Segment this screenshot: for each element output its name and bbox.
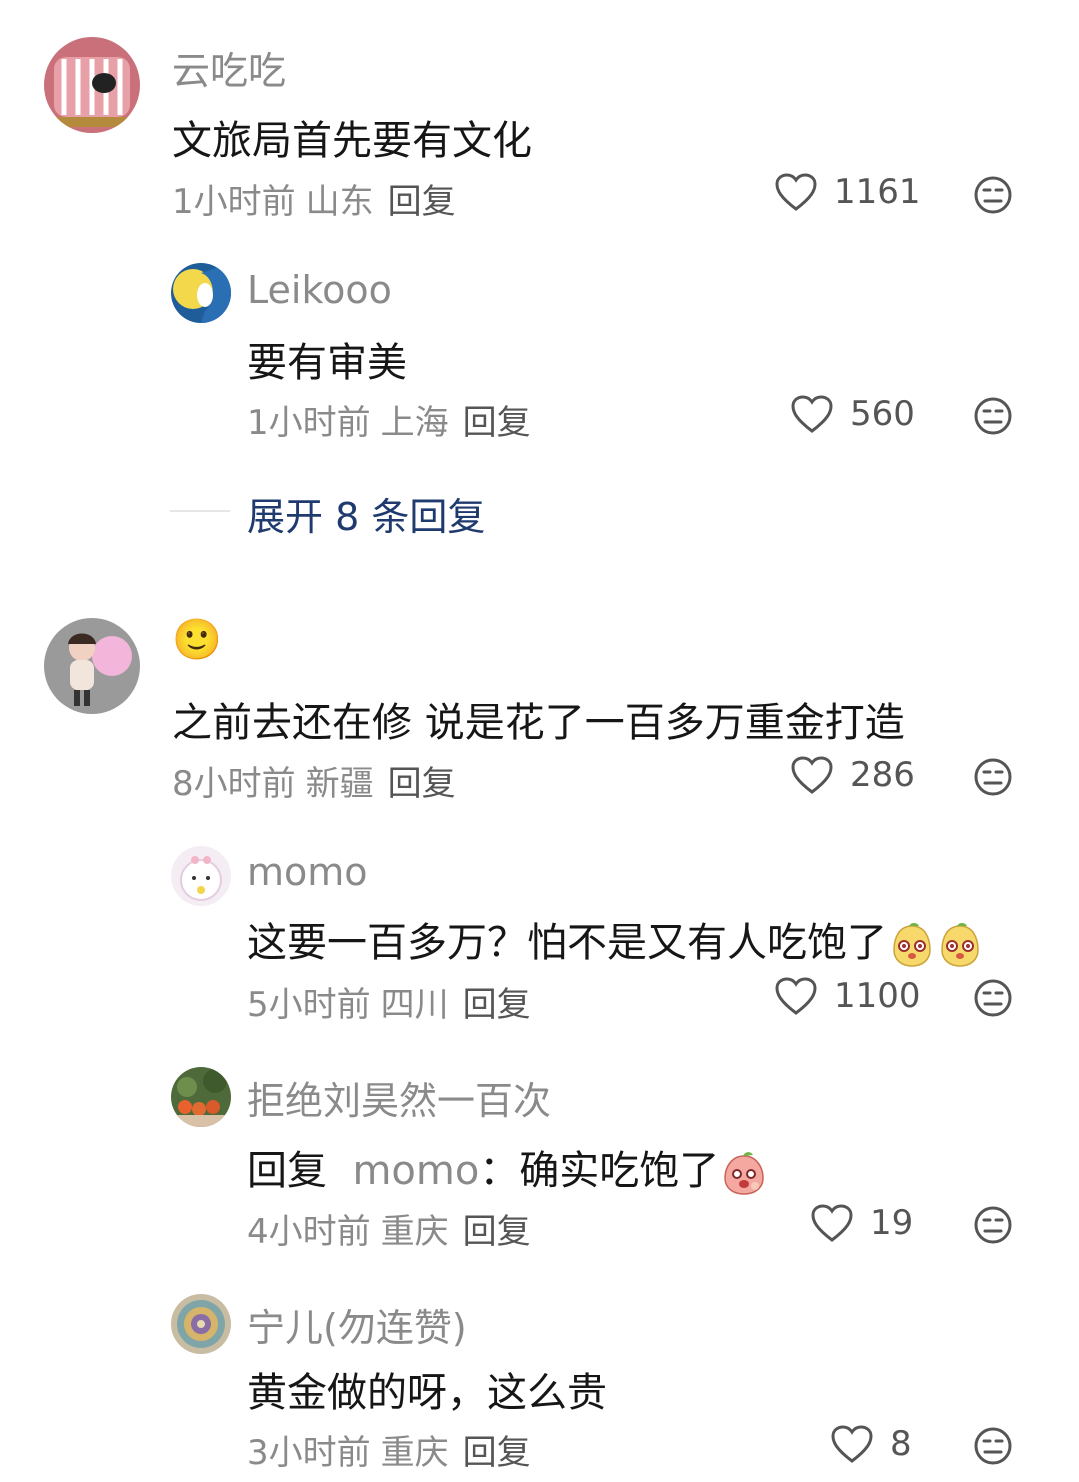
divider (170, 510, 230, 512)
heart-outline-icon (791, 756, 833, 794)
like-count: 8 (890, 1424, 912, 1464)
avatar[interactable] (44, 618, 140, 714)
meh-face-icon[interactable] (973, 757, 1013, 797)
expand-replies-button[interactable]: 展开 8 条回复 (247, 486, 485, 541)
comment-meta: 4小时前 重庆 回复 (247, 1204, 531, 1253)
meh-face-icon[interactable] (973, 978, 1013, 1018)
comment-text: 要有审美 (247, 340, 407, 386)
like-button[interactable]: 19 (810, 1203, 940, 1243)
yellow-bear-sticker-icon (893, 923, 931, 967)
region: 重庆 (380, 1433, 449, 1473)
mention-username[interactable]: momo (352, 1148, 479, 1194)
comment-text-body: ：确实吃饱了 (479, 1148, 720, 1194)
region: 新疆 (305, 764, 374, 804)
heart-outline-icon (831, 1425, 873, 1463)
avatar[interactable] (171, 263, 231, 323)
username[interactable]: 宁儿(勿连赞) (247, 1297, 467, 1352)
comment-meta: 1小时前 山东 回复 (172, 174, 456, 223)
reply-button[interactable]: 回复 (388, 182, 456, 222)
yellow-bear-sticker-icon (941, 923, 979, 967)
timestamp: 3小时前 (247, 1433, 371, 1473)
timestamp: 5小时前 (247, 985, 371, 1025)
meh-face-icon[interactable] (973, 1426, 1013, 1466)
like-count: 1161 (834, 172, 921, 212)
username[interactable]: 云吃吃 (172, 40, 286, 95)
like-count: 286 (850, 755, 915, 795)
comment-meta: 5小时前 四川 回复 (247, 977, 531, 1026)
region: 山东 (305, 182, 374, 222)
heart-outline-icon (811, 1204, 853, 1242)
avatar[interactable] (44, 37, 140, 133)
comment-text: 回复 momo：确实吃饱了 (247, 1138, 767, 1196)
like-button[interactable]: 560 (790, 394, 920, 434)
avatar[interactable] (171, 1067, 231, 1127)
heart-outline-icon (791, 395, 833, 433)
comment-meta: 1小时前 上海 回复 (247, 395, 531, 444)
comment-meta: 8小时前 新疆 回复 (172, 756, 456, 805)
like-button[interactable]: 286 (790, 755, 920, 795)
meh-face-icon[interactable] (973, 175, 1013, 215)
meh-face-icon[interactable] (973, 1205, 1013, 1245)
region: 四川 (380, 985, 449, 1025)
region: 上海 (380, 403, 449, 443)
like-count: 19 (870, 1203, 914, 1243)
reply-button[interactable]: 回复 (463, 403, 531, 443)
avatar[interactable] (171, 1294, 231, 1354)
timestamp: 8小时前 (172, 764, 296, 804)
username[interactable]: momo (247, 850, 368, 894)
reply-button[interactable]: 回复 (463, 985, 531, 1025)
comment-text: 黄金做的呀，这么贵 (247, 1370, 607, 1416)
comment-text: 这要一百多万？怕不是又有人吃饱了 (247, 910, 983, 968)
like-count: 1100 (834, 976, 921, 1016)
username[interactable]: 拒绝刘昊然一百次 (247, 1070, 551, 1125)
comment-text: 之前去还在修 说是花了一百多万重金打造 (172, 700, 905, 746)
like-button[interactable]: 1100 (774, 976, 921, 1016)
reply-button[interactable]: 回复 (463, 1433, 531, 1473)
timestamp: 1小时前 (247, 403, 371, 443)
like-button[interactable]: 1161 (774, 172, 921, 212)
comment-text-body: 这要一百多万？怕不是又有人吃饱了 (247, 920, 887, 966)
timestamp: 4小时前 (247, 1212, 371, 1252)
heart-outline-icon (775, 977, 817, 1015)
reply-prefix: 回复 (247, 1148, 327, 1194)
heart-outline-icon (775, 173, 817, 211)
like-button[interactable]: 8 (830, 1424, 960, 1464)
comment-meta: 3小时前 重庆 回复 (247, 1425, 531, 1474)
meh-face-icon[interactable] (973, 396, 1013, 436)
reply-button[interactable]: 回复 (388, 764, 456, 804)
pink-peach-sticker-icon (724, 1152, 765, 1195)
username[interactable]: Leikooo (247, 268, 392, 312)
like-count: 560 (850, 394, 915, 434)
comment-text: 文旅局首先要有文化 (172, 118, 532, 164)
reply-button[interactable]: 回复 (463, 1212, 531, 1252)
timestamp: 1小时前 (172, 182, 296, 222)
region: 重庆 (380, 1212, 449, 1252)
username[interactable]: 🙂 (172, 616, 222, 663)
avatar[interactable] (171, 846, 231, 906)
